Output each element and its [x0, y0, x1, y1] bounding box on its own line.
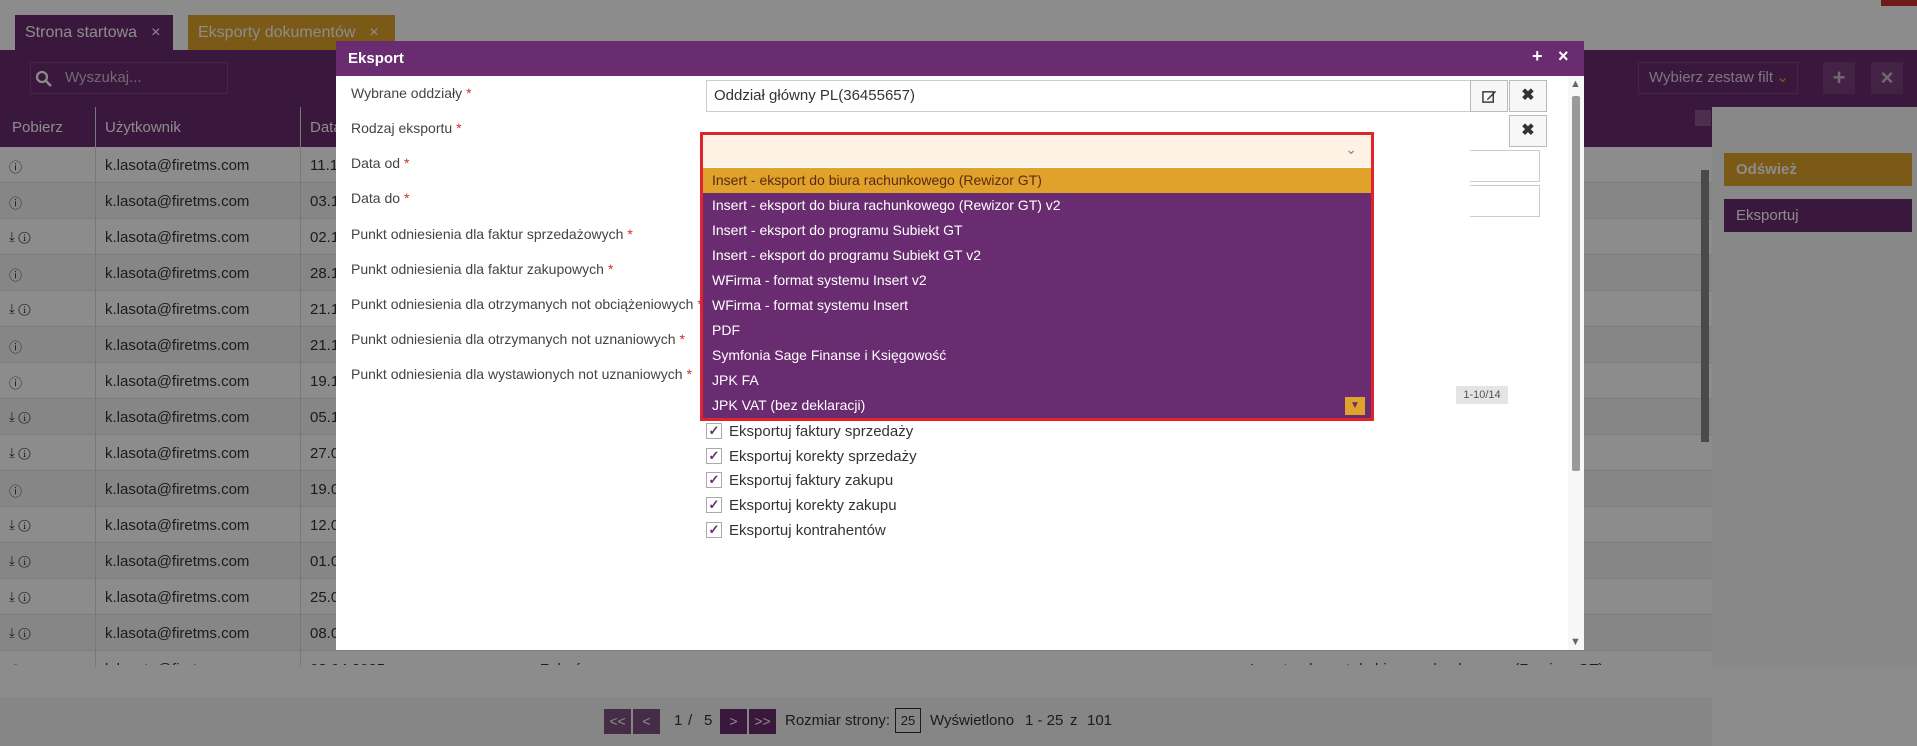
- dialog-close-button[interactable]: ×: [1558, 46, 1569, 67]
- dialog-title: Eksport: [348, 50, 404, 67]
- dropdown-option[interactable]: Symfonia Sage Finanse i Księgowość: [703, 343, 1371, 368]
- dropdown-option[interactable]: JPK VAT (bez deklaracji): [703, 393, 1371, 418]
- close-icon: ✖: [1521, 87, 1535, 104]
- branches-field[interactable]: Oddział główny PL(36455657): [706, 80, 1492, 112]
- label-ref-sales: Punkt odniesienia dla faktur sprzedażowy…: [351, 226, 633, 242]
- checkbox[interactable]: ✓: [706, 522, 722, 538]
- label-export-type: Rodzaj eksportu *: [351, 120, 462, 136]
- clear-export-type-button[interactable]: ✖: [1509, 115, 1547, 147]
- date-from-field[interactable]: [1470, 150, 1540, 182]
- dropdown-option[interactable]: Insert - eksport do biura rachunkowego (…: [703, 168, 1371, 193]
- dialog-scrollbar[interactable]: ▲ ▼: [1568, 76, 1584, 650]
- export-type-dropdown[interactable]: ⌄ Insert - eksport do biura rachunkowego…: [700, 132, 1374, 421]
- export-type-options: Insert - eksport do biura rachunkowego (…: [703, 168, 1371, 418]
- checkbox-option[interactable]: ✓ Eksportuj faktury zakupu: [706, 472, 893, 489]
- label-ref-purchase: Punkt odniesienia dla faktur zakupowych *: [351, 261, 614, 277]
- dropdown-option[interactable]: Insert - eksport do programu Subiekt GT …: [703, 243, 1371, 268]
- checkbox-label: Eksportuj korekty sprzedaży: [729, 448, 917, 465]
- checkbox-option[interactable]: ✓ Eksportuj korekty zakupu: [706, 497, 897, 514]
- close-icon: ✖: [1521, 122, 1535, 139]
- dropdown-option[interactable]: WFirma - format systemu Insert: [703, 293, 1371, 318]
- checkbox[interactable]: ✓: [706, 497, 722, 513]
- label-ref-debit-received: Punkt odniesienia dla otrzymanych not ob…: [351, 296, 703, 312]
- checkbox[interactable]: ✓: [706, 423, 722, 439]
- checkbox-label: Eksportuj korekty zakupu: [729, 497, 897, 514]
- dropdown-option[interactable]: WFirma - format systemu Insert v2: [703, 268, 1371, 293]
- maximize-button[interactable]: +: [1532, 46, 1543, 67]
- edit-branches-button[interactable]: [1470, 80, 1508, 112]
- label-ref-credit-received: Punkt odniesienia dla otrzymanych not uz…: [351, 331, 685, 347]
- export-type-select[interactable]: ⌄: [703, 135, 1371, 167]
- dropdown-option[interactable]: PDF: [703, 318, 1371, 343]
- label-ref-credit-issued: Punkt odniesienia dla wystawionych not u…: [351, 366, 692, 382]
- scroll-down-icon[interactable]: ▼: [1570, 636, 1581, 648]
- checkbox[interactable]: ✓: [706, 448, 722, 464]
- checkbox-label: Eksportuj kontrahentów: [729, 522, 886, 539]
- checkbox-option[interactable]: ✓ Eksportuj korekty sprzedaży: [706, 448, 917, 465]
- label-date-to: Data do *: [351, 190, 410, 206]
- dropdown-result-count: 1-10/14: [1456, 386, 1508, 404]
- label-branches: Wybrane oddziały *: [351, 85, 472, 101]
- dropdown-option[interactable]: Insert - eksport do biura rachunkowego (…: [703, 193, 1371, 218]
- dialog-header: Eksport + ×: [336, 41, 1584, 76]
- dropdown-option[interactable]: Insert - eksport do programu Subiekt GT: [703, 218, 1371, 243]
- dropdown-option[interactable]: JPK FA: [703, 368, 1371, 393]
- scroll-down-icon[interactable]: ▼: [1345, 397, 1365, 415]
- label-date-from: Data od *: [351, 155, 410, 171]
- edit-icon: [1481, 90, 1496, 103]
- clear-branches-button[interactable]: ✖: [1509, 80, 1547, 112]
- checkbox-option[interactable]: ✓ Eksportuj faktury sprzedaży: [706, 423, 913, 440]
- checkbox-label: Eksportuj faktury zakupu: [729, 472, 894, 489]
- chevron-down-icon: ⌄: [1345, 141, 1357, 157]
- checkbox[interactable]: ✓: [706, 472, 722, 488]
- date-to-field[interactable]: [1470, 185, 1540, 217]
- checkbox-option[interactable]: ✓ Eksportuj kontrahentów: [706, 522, 886, 539]
- checkbox-label: Eksportuj faktury sprzedaży: [729, 423, 914, 440]
- scroll-up-icon[interactable]: ▲: [1570, 78, 1581, 90]
